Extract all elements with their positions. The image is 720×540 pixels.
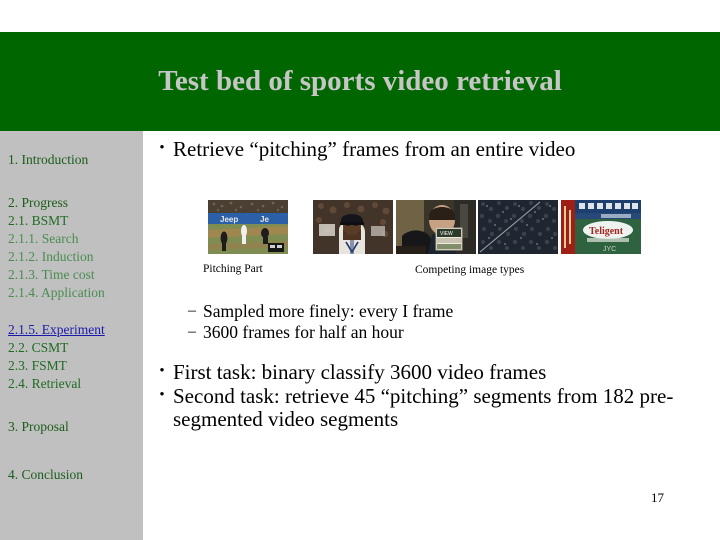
sidebar-item-2-2-csmt[interactable]: 2.2. CSMT <box>0 341 68 355</box>
player-closeup-thumbnail <box>313 200 393 254</box>
sidebar-item-2-1-3-time-cost[interactable]: 2.1.3. Time cost <box>0 268 95 282</box>
sub-bullet-text: Sampled more finely: every I frame <box>203 301 454 321</box>
bullet-dot-icon: • <box>159 386 165 403</box>
pitching-field-image: Jeep Je <box>208 200 288 254</box>
slide-header-banner: Test bed of sports video retrieval <box>0 32 720 131</box>
sidebar-outline: 1. Introduction 2. Progress 2.1. BSMT 2.1.1… <box>0 131 143 540</box>
sub-bullet-text: 3600 frames for half an hour <box>203 321 404 342</box>
dash-bullet-icon: – <box>188 302 196 319</box>
sidebar-item-4-conclusion[interactable]: 4. Conclusion <box>0 468 83 482</box>
player-closeup-image <box>313 200 393 254</box>
video-frame-thumbnail-strip: Jeep Je VIEW Teligent JYC <box>208 200 708 254</box>
list-item: • Second task: retrieve 45 “pitching” se… <box>151 383 716 432</box>
list-item: • First task: binary classify 3600 video… <box>151 360 716 385</box>
intro-bullet-block: • Retrieve “pitching” frames from an ent… <box>151 137 711 162</box>
commercial-thumbnail: VIEW <box>396 200 476 254</box>
crowd-image <box>478 200 558 254</box>
slide-content: • Retrieve “pitching” frames from an ent… <box>143 131 720 540</box>
intro-bullet-text: Retrieve “pitching” frames from an entir… <box>173 137 576 161</box>
sidebar-item-2-1-5-experiment[interactable]: 2.1.5. Experiment <box>0 323 105 337</box>
page-title: Test bed of sports video retrieval <box>158 65 562 97</box>
bullet-dot-icon: • <box>159 363 165 379</box>
sidebar-item-1-introduction[interactable]: 1. Introduction <box>0 153 88 167</box>
sidebar-item-2-3-fsmt[interactable]: 2.3. FSMT <box>0 359 67 373</box>
sidebar-item-2-1-bsmt[interactable]: 2.1. BSMT <box>0 214 68 228</box>
list-item: – 3600 frames for half an hour <box>181 322 701 343</box>
first-task-text: First task: binary classify 3600 video f… <box>173 360 547 384</box>
dash-bullet-icon: – <box>188 322 196 340</box>
list-item: – Sampled more finely: every I frame <box>181 301 701 322</box>
svg-text:Je: Je <box>260 215 269 224</box>
sidebar-item-2-1-1-search[interactable]: 2.1.1. Search <box>0 232 78 246</box>
crowd-thumbnail <box>478 200 558 254</box>
scoreboard-ad-image: Teligent JYC <box>561 200 641 254</box>
sub-bullet-block: – Sampled more finely: every I frame – 3… <box>181 301 701 342</box>
list-item: • Retrieve “pitching” frames from an ent… <box>151 137 711 162</box>
sidebar-item-2-progress[interactable]: 2. Progress <box>0 196 68 210</box>
sidebar-item-2-1-2-induction[interactable]: 2.1.2. Induction <box>0 250 94 264</box>
svg-text:JYC: JYC <box>603 246 616 253</box>
pitching-frame-thumbnail: Jeep Je <box>208 200 288 254</box>
caption-competing-image-types: Competing image types <box>415 264 525 276</box>
sidebar-item-2-1-4-application[interactable]: 2.1.4. Application <box>0 286 105 300</box>
second-task-text: Second task: retrieve 45 “pitching” segm… <box>173 383 674 432</box>
caption-pitching-part: Pitching Part <box>203 263 263 275</box>
svg-text:VIEW: VIEW <box>440 231 453 237</box>
sidebar-item-2-4-retrieval[interactable]: 2.4. Retrieval <box>0 377 81 391</box>
bullet-dot-icon: • <box>159 140 165 156</box>
task-bullet-block: • First task: binary classify 3600 video… <box>151 360 716 432</box>
page-number: 17 <box>651 490 664 505</box>
scoreboard-ad-thumbnail: Teligent JYC <box>561 200 641 254</box>
svg-text:Teligent: Teligent <box>589 226 624 237</box>
sidebar-item-3-proposal[interactable]: 3. Proposal <box>0 420 69 434</box>
commercial-image: VIEW <box>396 200 476 254</box>
svg-text:Jeep: Jeep <box>220 215 238 224</box>
